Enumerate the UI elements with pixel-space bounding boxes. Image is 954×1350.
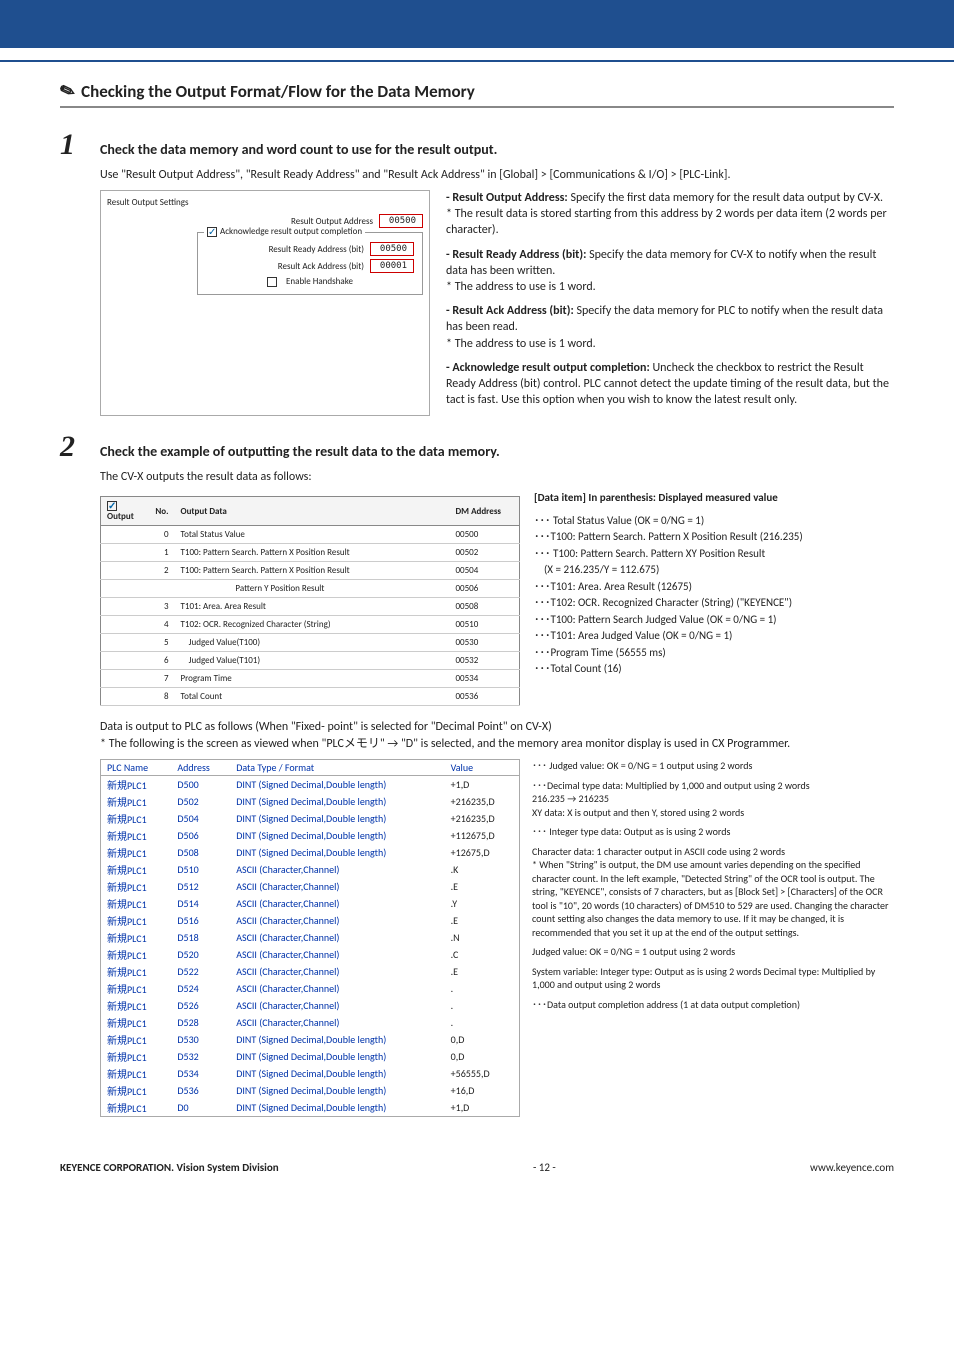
legend-header: [Data item] In parenthesis: Displayed me…: [534, 490, 894, 507]
result-output-address-value[interactable]: 00500: [379, 214, 423, 228]
pencil-icon: ✎: [57, 78, 79, 104]
step1-intro: Use "Result Output Address", "Result Rea…: [100, 168, 894, 182]
plc-intro1: Data is output to PLC as follows (When "…: [100, 720, 894, 734]
legend-item: ･･･T100: Pattern Search. Pattern X Posit…: [534, 529, 894, 546]
table-row: 新規PLC1D530DINT (Signed Decimal,Double le…: [101, 1031, 520, 1048]
legend-item: ･･･Program Time (56555 ms): [534, 645, 894, 662]
legend-item: ･･･T101: Area. Area Result (12675): [534, 579, 894, 596]
result-output-settings-panel: Result Output Settings Result Output Add…: [100, 190, 430, 416]
result-ready-value[interactable]: 00500: [370, 242, 414, 256]
table-row: 新規PLC1D502DINT (Signed Decimal,Double le…: [101, 793, 520, 810]
legend-item: ･･･T102: OCR. Recognized Character (Stri…: [534, 595, 894, 612]
output-header-checkbox[interactable]: [107, 501, 117, 511]
legend-item: ･･･ Total Status Value (OK = 0/NG = 1): [534, 513, 894, 530]
section-title-text: Checking the Output Format/Flow for the …: [81, 81, 475, 102]
table-row: 新規PLC1D512ASCII (Character,Channel).E: [101, 878, 520, 895]
result-ack-value[interactable]: 00001: [370, 259, 414, 273]
table-row: 新規PLC1D508DINT (Signed Decimal,Double le…: [101, 844, 520, 861]
table-row: 新規PLC1D522ASCII (Character,Channel).E: [101, 963, 520, 980]
col-data: Output Data: [175, 497, 450, 526]
handshake-checkbox[interactable]: [267, 277, 277, 287]
footer-center: - 12 -: [533, 1161, 556, 1174]
table-row: 新規PLC1D536DINT (Signed Decimal,Double le…: [101, 1082, 520, 1099]
plc-col-type: Data Type / Format: [230, 760, 444, 776]
step-number-2: 2: [60, 432, 90, 462]
ack-fieldset: Acknowledge result output completion Res…: [197, 232, 423, 295]
plc-col-name: PLC Name: [101, 760, 172, 776]
table-row: 新規PLC1D526ASCII (Character,Channel).: [101, 997, 520, 1014]
step-number-1: 1: [60, 130, 90, 160]
col-output: Output: [107, 511, 134, 522]
table-row: 新規PLC1D518ASCII (Character,Channel).N: [101, 929, 520, 946]
table-row: 7Program Time00534: [101, 670, 520, 688]
table-row: 1T100: Pattern Search. Pattern X Positio…: [101, 544, 520, 562]
result-ready-label: Result Ready Address (bit): [206, 244, 364, 255]
result-ack-label: Result Ack Address (bit): [206, 261, 364, 272]
data-item-legend: [Data item] In parenthesis: Displayed me…: [534, 490, 894, 678]
table-row: 新規PLC1D528ASCII (Character,Channel).: [101, 1014, 520, 1031]
table-row: 新規PLC1D506DINT (Signed Decimal,Double le…: [101, 827, 520, 844]
step1-notes: - Result Output Address: Specify the fir…: [446, 190, 894, 416]
legend-item: ･･･T100: Pattern Search Judged Value (OK…: [534, 612, 894, 629]
note-c-head: - Result Ack Address (bit):: [446, 304, 576, 318]
plc-note: ･･･ Integer type data: Output as is usin…: [532, 825, 894, 839]
section-title: ✎ Checking the Output Format/Flow for th…: [60, 80, 894, 108]
legend-item: ･･･T101: Area Judged Value (OK = 0/NG = …: [534, 628, 894, 645]
top-header-bar: [0, 0, 954, 48]
output-data-table: Output No. Output Data DM Address 0Total…: [100, 496, 520, 706]
table-row: 新規PLC1D514ASCII (Character,Channel).Y: [101, 895, 520, 912]
ack-legend: Acknowledge result output completion: [220, 226, 362, 237]
step2-title: Check the example of outputting the resu…: [100, 443, 500, 460]
table-row: 新規PLC1D0DINT (Signed Decimal,Double leng…: [101, 1099, 520, 1117]
table-row: 新規PLC1D534DINT (Signed Decimal,Double le…: [101, 1065, 520, 1082]
col-no: No.: [147, 497, 175, 526]
table-row: 新規PLC1D520ASCII (Character,Channel).C: [101, 946, 520, 963]
plc-note: ･･･ Judged value: OK = 0/NG = 1 output u…: [532, 759, 894, 773]
table-row: Pattern Y Position Result00506: [101, 580, 520, 598]
note-b-head: - Result Ready Address (bit):: [446, 248, 589, 262]
table-row: 2T100: Pattern Search. Pattern X Positio…: [101, 562, 520, 580]
step2-intro: The CV-X outputs the result data as foll…: [100, 470, 894, 484]
plc-col-val: Value: [445, 760, 520, 776]
handshake-label: Enable Handshake: [286, 276, 353, 287]
table-row: 4T102: OCR. Recognized Character (String…: [101, 616, 520, 634]
result-output-address-label: Result Output Address: [197, 216, 373, 227]
plc-note: Judged value: OK = 0/NG = 1 output using…: [532, 945, 894, 959]
plc-col-addr: Address: [171, 760, 230, 776]
footer-left: KEYENCE CORPORATION. Vision System Divis…: [60, 1161, 279, 1174]
table-row: 新規PLC1D510ASCII (Character,Channel).K: [101, 861, 520, 878]
plc-notes: ･･･ Judged value: OK = 0/NG = 1 output u…: [532, 759, 894, 1017]
table-row: 6 Judged Value(T101)00532: [101, 652, 520, 670]
ack-checkbox[interactable]: [207, 227, 217, 237]
legend-item: ･･･ T100: Pattern Search. Pattern XY Pos…: [534, 546, 894, 579]
settings-panel-header: Result Output Settings: [107, 197, 423, 208]
note-a-head: - Result Output Address:: [446, 191, 570, 205]
note-d-head: - Acknowledge result output completion:: [446, 361, 652, 375]
plc-note: ･･･Data output completion address (1 at …: [532, 998, 894, 1012]
plc-memory-table: PLC Name Address Data Type / Format Valu…: [100, 759, 520, 1117]
table-row: 3T101: Area. Area Result00508: [101, 598, 520, 616]
page-footer: KEYENCE CORPORATION. Vision System Divis…: [0, 1151, 954, 1204]
table-row: 8Total Count00536: [101, 688, 520, 706]
step1-title: Check the data memory and word count to …: [100, 141, 497, 158]
col-addr: DM Address: [450, 497, 520, 526]
plc-note: Character data: 1 character output in AS…: [532, 845, 894, 940]
plc-intro2: * The following is the screen as viewed …: [100, 734, 894, 751]
table-row: 5 Judged Value(T100)00530: [101, 634, 520, 652]
plc-note: System variable: Integer type: Output as…: [532, 965, 894, 992]
table-row: 新規PLC1D504DINT (Signed Decimal,Double le…: [101, 810, 520, 827]
table-row: 0Total Status Value00500: [101, 526, 520, 544]
table-row: 新規PLC1D532DINT (Signed Decimal,Double le…: [101, 1048, 520, 1065]
table-row: 新規PLC1D516ASCII (Character,Channel).E: [101, 912, 520, 929]
footer-right: www.keyence.com: [810, 1161, 894, 1174]
plc-note: ･･･Decimal type data: Multiplied by 1,00…: [532, 779, 894, 820]
table-row: 新規PLC1D524ASCII (Character,Channel).: [101, 980, 520, 997]
table-row: 新規PLC1D500DINT (Signed Decimal,Double le…: [101, 776, 520, 794]
legend-item: ･･･Total Count (16): [534, 661, 894, 678]
